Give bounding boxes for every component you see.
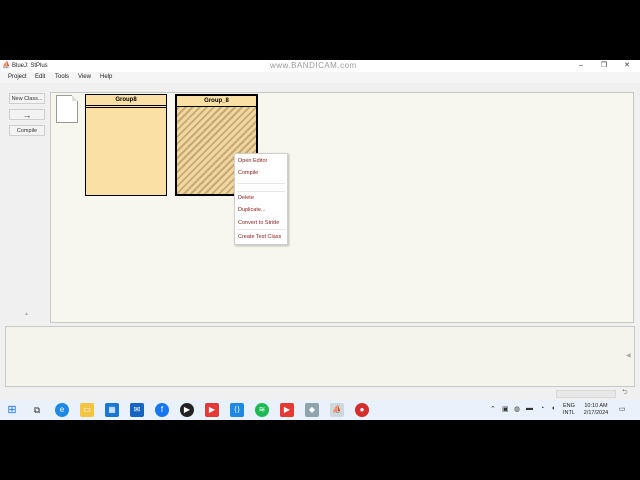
- menu-separator: [237, 191, 285, 192]
- language-indicator[interactable]: ENG INTL: [563, 403, 575, 417]
- youtube-icon[interactable]: ▶: [205, 403, 219, 417]
- new-class-button[interactable]: New Class...: [9, 93, 45, 104]
- undo-arrow-icon[interactable]: ⮌: [622, 388, 628, 399]
- menu-duplicate[interactable]: Duplicate...: [238, 206, 266, 214]
- class-divider: [86, 107, 166, 108]
- edge-browser-icon[interactable]: e: [55, 403, 69, 417]
- chevron-up-icon[interactable]: ⌃: [490, 405, 496, 413]
- wifi-icon[interactable]: ◔: [540, 405, 544, 412]
- vscode-icon[interactable]: ⟨⟩: [230, 403, 244, 417]
- menu-project[interactable]: Project: [8, 73, 27, 82]
- menu-help[interactable]: Help: [100, 73, 112, 82]
- uses-arrow-button[interactable]: →: [9, 109, 45, 120]
- mail-icon[interactable]: ✉: [130, 403, 144, 417]
- tray-icon[interactable]: ◍: [514, 405, 520, 413]
- youtube-app-icon[interactable]: ▶: [280, 403, 294, 417]
- clock[interactable]: 10:10 AM 2/17/2024: [582, 403, 610, 417]
- message-pane: [5, 326, 635, 387]
- title-bar[interactable]: ⛵ BlueJ: StPlus www.BANDICAM.com ‒ ❐ ✕: [0, 60, 640, 72]
- class-name: Group8: [86, 95, 166, 106]
- menu-open-editor[interactable]: Open Editor: [238, 157, 267, 165]
- menu-edit[interactable]: Edit: [35, 73, 45, 82]
- menu-create-test-class[interactable]: Create Test Class: [238, 233, 281, 241]
- window-title: BlueJ: StPlus: [12, 63, 48, 69]
- clock-time: 10:10 AM: [584, 403, 608, 409]
- app-icon[interactable]: ◆: [305, 403, 319, 417]
- menu-separator: [237, 229, 285, 230]
- status-field: [556, 390, 616, 398]
- tool-column: New Class... → Compile: [0, 83, 50, 325]
- windows-start-icon[interactable]: ⊞: [5, 403, 19, 417]
- bluej-taskbar-icon[interactable]: ⛵: [330, 403, 344, 417]
- menu-bar: Project Edit Tools View Help: [0, 72, 640, 83]
- class-name: Group_8: [177, 96, 256, 107]
- store-icon[interactable]: ▦: [105, 403, 119, 417]
- menu-tools[interactable]: Tools: [55, 73, 69, 82]
- context-menu: Open Editor Compile Delete Duplicate... …: [234, 153, 288, 245]
- task-view-icon[interactable]: ⧉: [30, 403, 44, 417]
- media-player-icon[interactable]: ▶: [180, 403, 194, 417]
- minimize-button[interactable]: ‒: [570, 60, 592, 72]
- language-top: ENG: [563, 403, 575, 409]
- maximize-button[interactable]: ❐: [593, 60, 615, 72]
- menu-separator: [237, 183, 285, 184]
- menu-convert-to-stride[interactable]: Convert to Stride: [238, 219, 279, 227]
- volume-icon[interactable]: ◖: [551, 405, 555, 412]
- notification-icon[interactable]: ▭: [619, 405, 626, 413]
- bandicam-watermark: www.BANDICAM.com: [270, 61, 357, 70]
- menu-compile[interactable]: Compile: [238, 169, 258, 177]
- clock-date: 2/17/2024: [583, 410, 609, 416]
- battery-icon[interactable]: ▬: [526, 405, 533, 412]
- facebook-icon[interactable]: f: [155, 403, 169, 417]
- menu-view[interactable]: View: [78, 73, 91, 82]
- compile-button[interactable]: Compile: [9, 125, 45, 136]
- close-button[interactable]: ✕: [616, 60, 638, 72]
- pane-arrow-icon[interactable]: ◀: [626, 352, 631, 359]
- bluej-app-icon: ⛵: [2, 62, 11, 69]
- readme-document-icon[interactable]: [56, 95, 78, 123]
- bandicam-record-icon[interactable]: ●: [355, 403, 369, 417]
- collapse-triangle-icon[interactable]: ▲: [24, 311, 29, 317]
- language-bottom: INTL: [563, 410, 575, 416]
- status-bar: [0, 387, 640, 400]
- windows-taskbar: ⊞ ⧉ e ▭ ▦ ✉ f ▶ ▶ ⟨⟩ ≋ ▶ ◆ ⛵ ● ⌃ ▣ ◍ ▬ ◔…: [0, 400, 640, 420]
- spotify-icon[interactable]: ≋: [255, 403, 269, 417]
- document-fold: [72, 95, 78, 101]
- tray-icon[interactable]: ▣: [502, 405, 509, 413]
- menu-delete[interactable]: Delete: [238, 194, 254, 202]
- file-explorer-icon[interactable]: ▭: [80, 403, 94, 417]
- class-box-group8[interactable]: Group8: [85, 94, 167, 196]
